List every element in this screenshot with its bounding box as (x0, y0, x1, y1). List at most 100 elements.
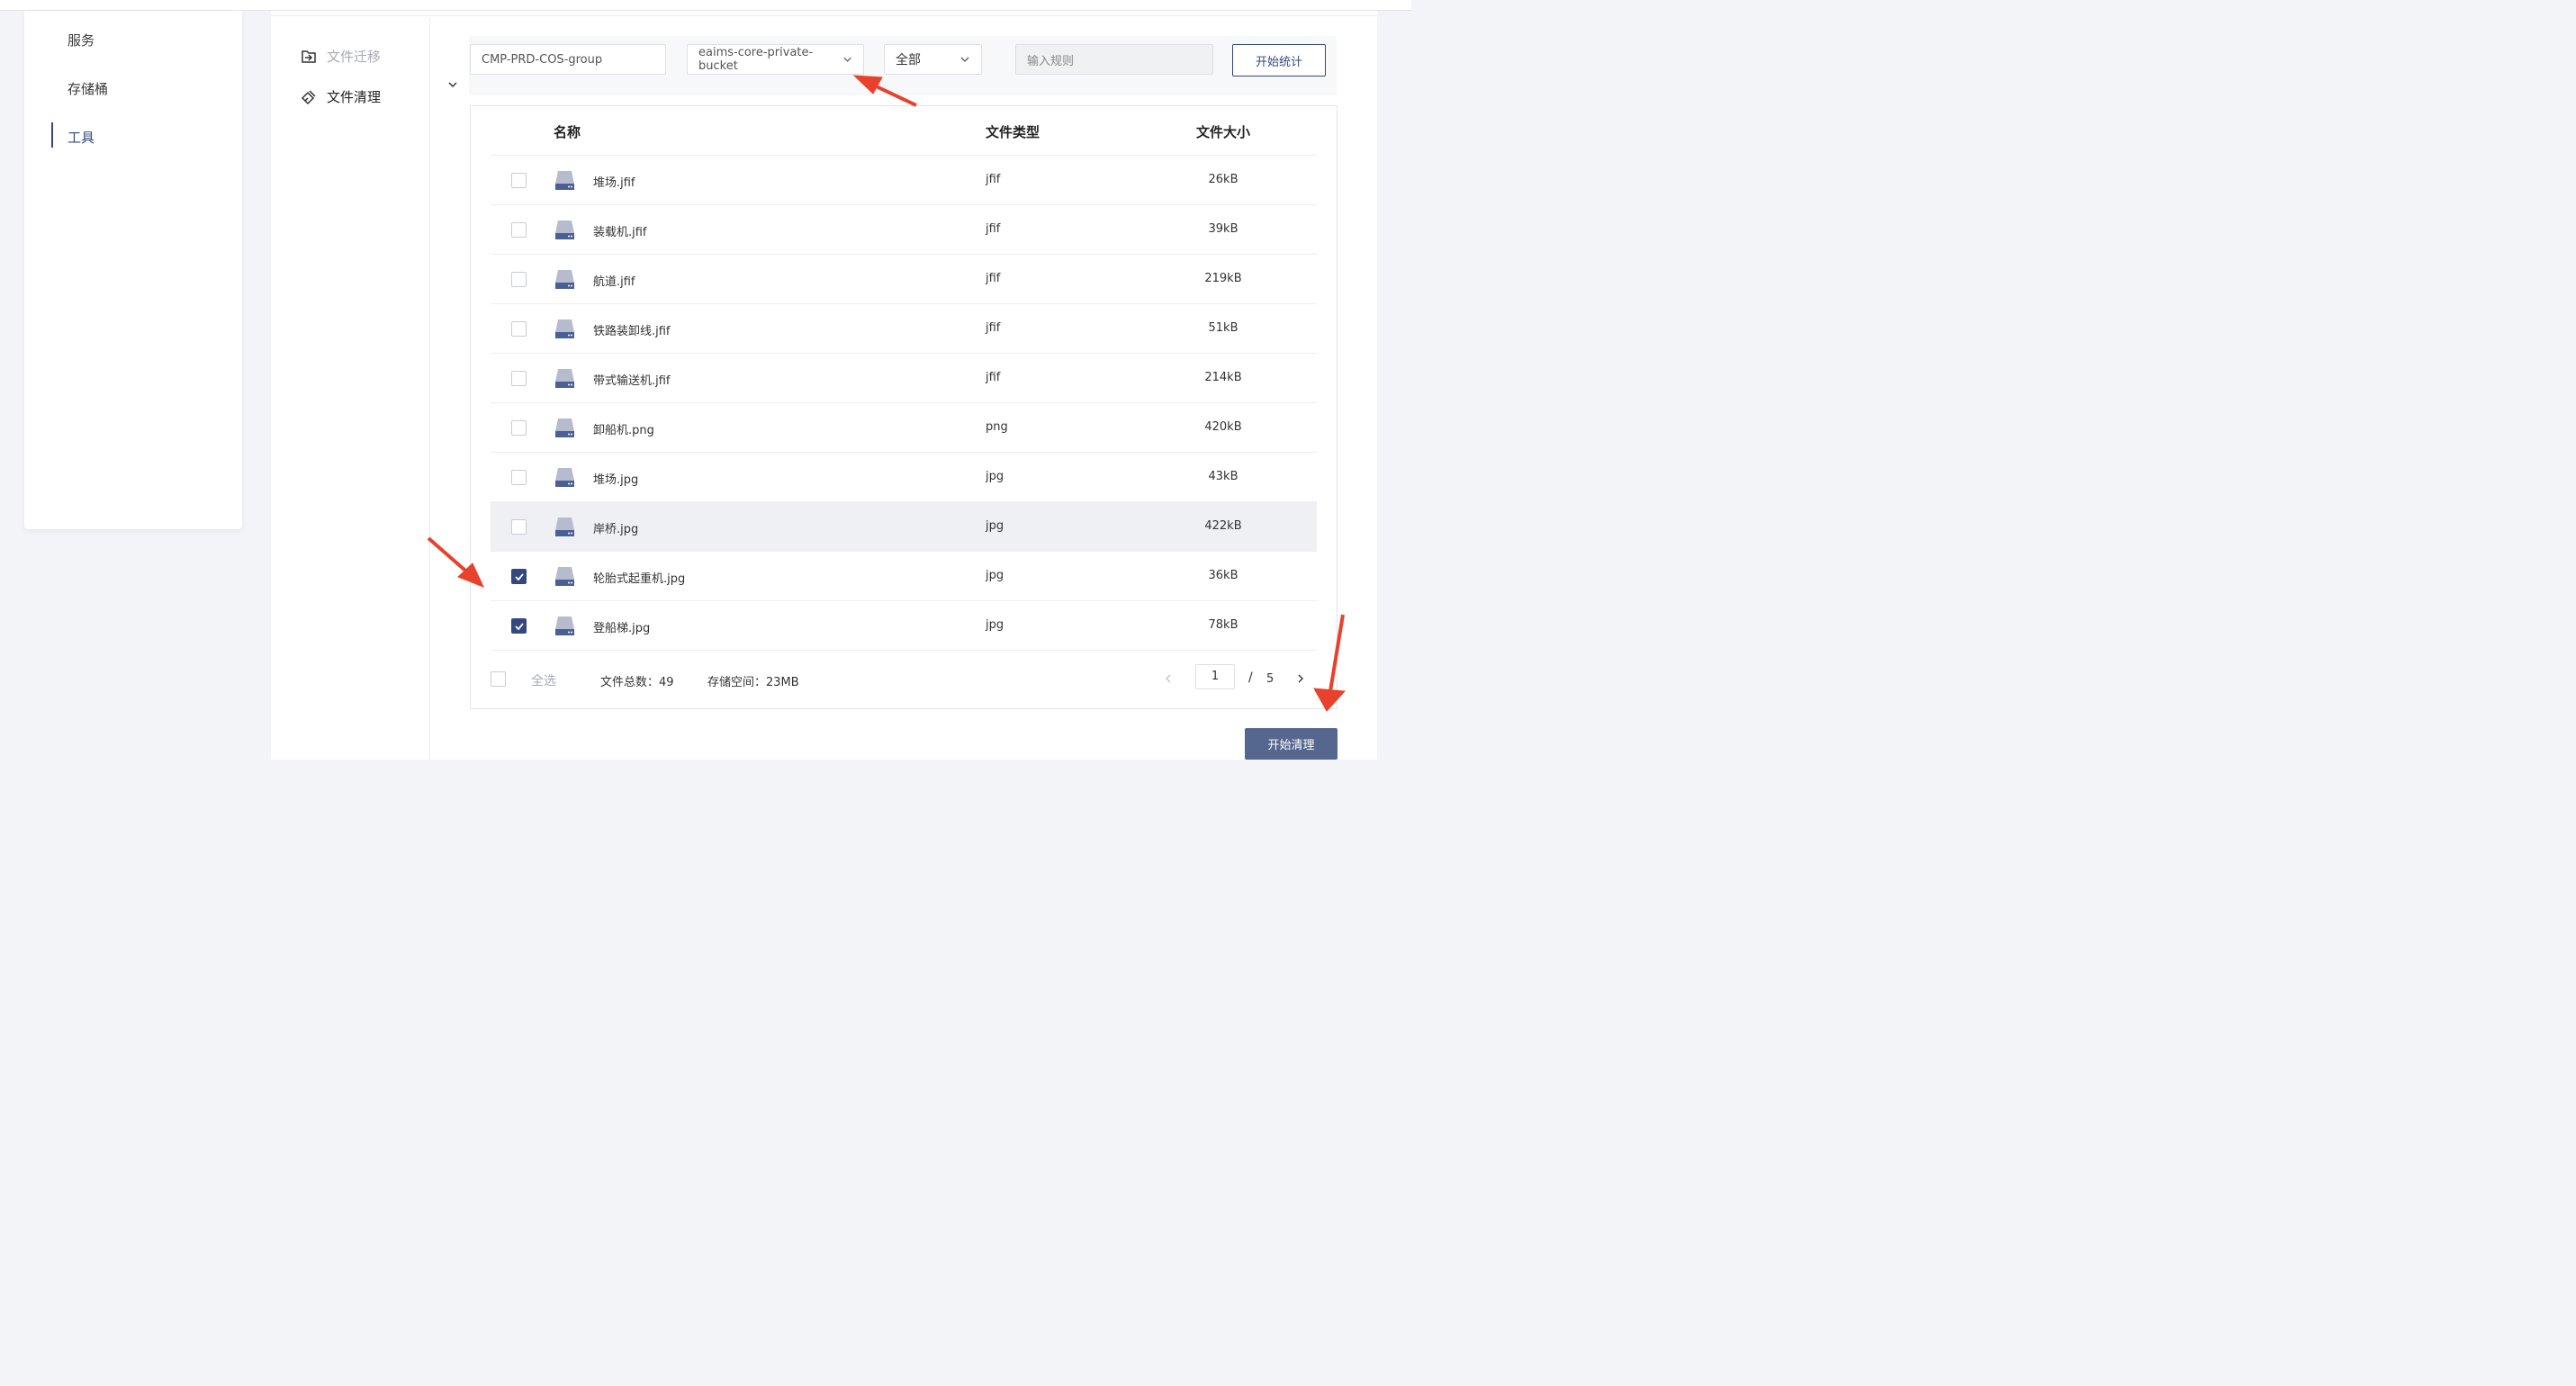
file-storage-icon (555, 270, 574, 289)
main-panel: 文件迁移 文件清理 CMP-PRD-COS-group eaims-core-p… (271, 11, 1377, 760)
file-size: 26kB (1208, 173, 1238, 186)
file-size: 420kB (1204, 420, 1242, 434)
main-top-divider (271, 15, 1377, 16)
column-header-type: 文件类型 (986, 124, 1040, 140)
file-size: 43kB (1208, 470, 1238, 483)
sidebar-item-bucket[interactable]: 存储桶 (68, 79, 108, 98)
subnav-file-cleanup[interactable]: 文件清理 (300, 87, 381, 106)
row-checkbox[interactable] (511, 173, 527, 188)
table-row[interactable]: 卸船机.png png 420kB (491, 403, 1317, 453)
file-size: 36kB (1208, 569, 1238, 582)
top-bar (0, 0, 1411, 11)
file-storage-icon (555, 220, 574, 239)
select-all-checkbox[interactable] (491, 671, 506, 687)
file-type: jfif (986, 173, 1001, 186)
file-storage-icon (555, 468, 574, 487)
file-size: 422kB (1204, 519, 1242, 533)
file-name: 堆场.jpg (593, 473, 639, 487)
file-storage-icon (555, 567, 574, 586)
row-checkbox[interactable] (511, 519, 527, 535)
rule-input[interactable]: 输入规则 (1015, 44, 1213, 75)
row-checkbox[interactable] (511, 222, 527, 238)
file-name: 装载机.jfif (593, 226, 647, 239)
bucket-select-value: eaims-core-private-bucket (698, 46, 814, 73)
row-checkbox[interactable] (511, 272, 527, 287)
row-checkbox[interactable] (511, 470, 527, 485)
table-row[interactable]: 航道.jfif jfif 219kB (491, 255, 1317, 304)
column-header-size: 文件大小 (1195, 124, 1250, 140)
table-row[interactable]: 带式输送机.jfif jfif 214kB (491, 354, 1317, 403)
chevron-down-icon (843, 57, 851, 62)
total-files-count: 文件总数：49 (600, 676, 674, 689)
file-type: png (986, 420, 1008, 434)
file-size: 219kB (1204, 272, 1242, 285)
file-storage-icon (555, 616, 574, 635)
file-storage-icon (555, 171, 574, 190)
chevron-left-icon[interactable] (1162, 672, 1175, 685)
group-input-value: CMP-PRD-COS-group (482, 52, 603, 67)
file-type: jpg (986, 519, 1004, 533)
row-checkbox[interactable] (511, 420, 527, 436)
group-input[interactable]: CMP-PRD-COS-group (470, 44, 666, 75)
table-row[interactable]: 登船梯.jpg jpg 78kB (491, 601, 1317, 651)
file-type: jfif (986, 222, 1001, 236)
select-all-label[interactable]: 全选 (531, 671, 556, 689)
sidebar-item-tools[interactable]: 工具 (68, 128, 95, 147)
row-checkbox[interactable] (511, 371, 527, 386)
table-row[interactable]: 堆场.jpg jpg 43kB (491, 453, 1317, 502)
file-type: jfif (986, 321, 1001, 335)
file-storage-icon (555, 518, 574, 536)
start-statistics-button[interactable]: 开始统计 (1232, 44, 1326, 76)
row-checkbox[interactable] (511, 569, 527, 584)
bucket-select[interactable]: eaims-core-private-bucket (687, 44, 864, 75)
subnav-divider (429, 18, 430, 760)
checkmark-icon (515, 623, 524, 631)
table-row[interactable]: 堆场.jfif jfif 26kB (491, 156, 1317, 205)
table-footer: 全选 文件总数：49 存储空间：23MB 1 / 5 (471, 651, 1337, 708)
file-type: jpg (986, 470, 1004, 483)
page-separator: / (1248, 670, 1253, 685)
sidebar-item-service[interactable]: 服务 (68, 31, 95, 50)
chevron-down-icon[interactable] (446, 78, 459, 91)
table-row[interactable]: 轮胎式起重机.jpg jpg 36kB (491, 552, 1317, 601)
broom-icon (301, 89, 316, 104)
table-row[interactable]: 装载机.jfif jfif 39kB (491, 205, 1317, 255)
file-table: 名称 文件类型 文件大小 堆场.jfif jfif 26kB 装载机.jfif jfif… (470, 105, 1338, 709)
file-name: 岸桥.jpg (593, 523, 639, 536)
filter-bar: CMP-PRD-COS-group eaims-core-private-buc… (469, 36, 1337, 95)
table-header: 名称 文件类型 文件大小 (491, 106, 1317, 156)
checkmark-icon (515, 573, 524, 581)
file-size: 78kB (1208, 618, 1238, 632)
scope-select[interactable]: 全部 (884, 44, 982, 75)
table-row[interactable]: 铁路装卸线.jfif jfif 51kB (491, 304, 1317, 354)
page-number-input[interactable]: 1 (1195, 664, 1235, 689)
file-type: jfif (986, 371, 1001, 384)
file-transfer-icon (302, 50, 316, 63)
file-name: 带式输送机.jfif (593, 374, 671, 388)
file-storage-icon (555, 418, 574, 437)
chevron-right-icon[interactable] (1294, 672, 1307, 685)
table-row[interactable]: 岸桥.jpg jpg 422kB (491, 502, 1317, 552)
chevron-down-icon (960, 57, 969, 62)
file-name: 登船梯.jpg (593, 622, 651, 635)
subnav-file-transfer[interactable]: 文件迁移 (300, 47, 381, 66)
rule-input-placeholder: 输入规则 (1027, 54, 1075, 68)
file-size: 51kB (1208, 321, 1238, 335)
file-name: 轮胎式起重机.jpg (593, 572, 686, 586)
sidebar-active-indicator (51, 122, 53, 148)
file-name: 堆场.jfif (593, 176, 635, 190)
file-size: 214kB (1204, 371, 1242, 384)
file-type: jfif (986, 272, 1001, 285)
subnav-file-cleanup-label: 文件清理 (327, 89, 382, 105)
file-name: 航道.jfif (593, 275, 635, 289)
scope-select-value: 全部 (896, 53, 921, 68)
file-type: jpg (986, 569, 1004, 582)
file-size: 39kB (1208, 222, 1238, 236)
storage-usage: 存储空间：23MB (707, 676, 799, 689)
file-name: 卸船机.png (593, 424, 654, 437)
row-checkbox[interactable] (511, 321, 527, 337)
row-checkbox[interactable] (511, 618, 527, 634)
file-storage-icon (555, 369, 574, 388)
start-cleanup-button[interactable]: 开始清理 (1245, 728, 1338, 760)
file-storage-icon (555, 320, 574, 338)
